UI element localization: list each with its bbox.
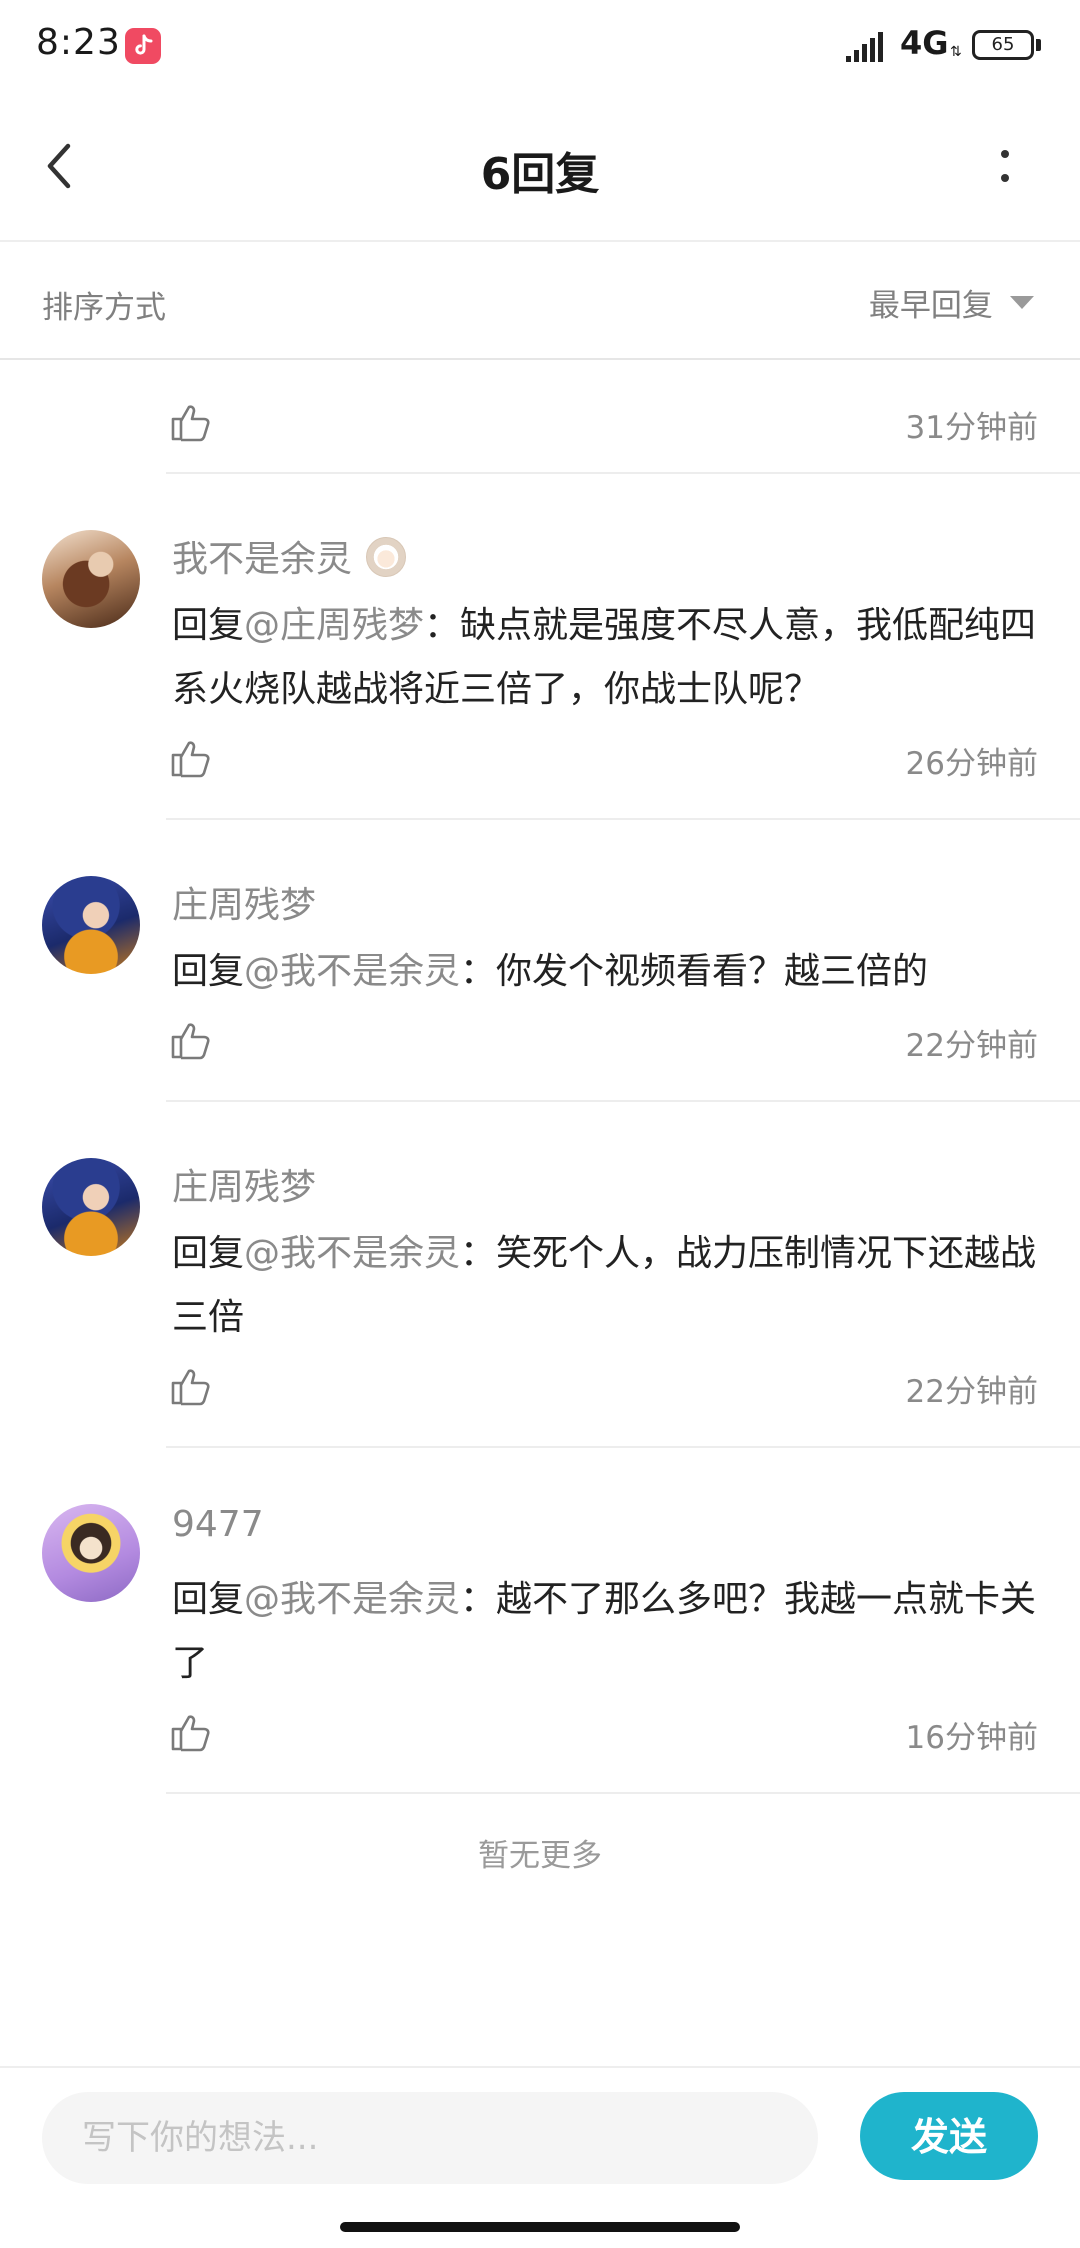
reply-meta: 31分钟前 bbox=[171, 392, 1044, 452]
network-type: 4G bbox=[900, 24, 949, 62]
thumbs-up-icon[interactable] bbox=[168, 736, 212, 780]
reply-text: 回复@我不是余灵：越不了那么多吧？我越一点就卡关了 bbox=[172, 1568, 1044, 1696]
signal-icon bbox=[846, 32, 883, 62]
sort-dropdown[interactable]: 最早回复 bbox=[869, 280, 1034, 324]
mention-link[interactable]: @庄周残梦 bbox=[244, 605, 424, 646]
reply-meta: 26分钟前 bbox=[171, 728, 1044, 788]
mention-link[interactable]: @我不是余灵 bbox=[244, 1579, 460, 1620]
reply-text: 回复@庄周残梦：缺点就是强度不尽人意，我低配纯四系火烧队越战将近三倍了，你战士队… bbox=[172, 594, 1044, 722]
mention-link[interactable]: @我不是余灵 bbox=[244, 1233, 460, 1274]
sort-label: 排序方式 bbox=[42, 290, 166, 326]
avatar[interactable] bbox=[42, 1158, 140, 1256]
reply-prefix: 回复 bbox=[172, 605, 245, 646]
reply-meta: 22分钟前 bbox=[171, 1010, 1044, 1070]
reply-time: 26分钟前 bbox=[905, 746, 1038, 782]
reply-prefix: 回复 bbox=[172, 951, 245, 992]
reply-prefix: 回复 bbox=[172, 1233, 245, 1274]
tiktok-icon bbox=[125, 28, 161, 64]
page-title: 6回复 bbox=[480, 149, 600, 200]
thumbs-up-icon[interactable] bbox=[168, 400, 212, 444]
list-item: 我不是余灵 回复@庄周残梦：缺点就是强度不尽人意，我低配纯四系火烧队越战将近三倍… bbox=[0, 474, 1080, 820]
avatar[interactable] bbox=[42, 876, 140, 974]
user-name[interactable]: 我不是余灵 bbox=[172, 530, 407, 582]
reply-text: 回复@我不是余灵：你发个视频看看？越三倍的 bbox=[172, 940, 1044, 1004]
more-vertical-icon[interactable] bbox=[990, 144, 1020, 188]
avatar[interactable] bbox=[42, 530, 140, 628]
user-name[interactable]: 庄周残梦 bbox=[172, 1158, 316, 1210]
status-time: 8:23 bbox=[36, 22, 121, 63]
list-item: 庄周残梦 回复@我不是余灵：笑死个人，战力压制情况下还越战三倍 22分钟前 bbox=[0, 1102, 1080, 1448]
comment-input[interactable] bbox=[42, 2092, 818, 2184]
header: 6回复 bbox=[0, 96, 1080, 242]
reply-time: 22分钟前 bbox=[905, 1374, 1038, 1410]
badge-icon bbox=[366, 537, 407, 577]
reply-meta: 22分钟前 bbox=[171, 1356, 1044, 1416]
list-item: 31分钟前 bbox=[0, 360, 1080, 474]
reply-list: 31分钟前 我不是余灵 回复@庄周残梦：缺点就是强度不尽人意，我低配纯四系火烧队… bbox=[0, 360, 1080, 1794]
mention-link[interactable]: @我不是余灵 bbox=[244, 951, 460, 992]
sort-value: 最早回复 bbox=[868, 288, 993, 324]
composer-bar: 发送 bbox=[0, 2066, 1080, 2208]
reply-time: 31分钟前 bbox=[905, 410, 1038, 446]
thumbs-up-icon[interactable] bbox=[168, 1710, 212, 1754]
battery-level: 65 bbox=[991, 34, 1015, 55]
user-name[interactable]: 9477 bbox=[172, 1504, 264, 1545]
reply-text: 回复@我不是余灵：笑死个人，战力压制情况下还越战三倍 bbox=[172, 1222, 1044, 1350]
status-bar: 8:23 4G ⇅ 65 bbox=[0, 0, 1080, 96]
user-name[interactable]: 庄周残梦 bbox=[172, 876, 316, 928]
avatar[interactable] bbox=[42, 1504, 140, 1602]
thumbs-up-icon[interactable] bbox=[168, 1364, 212, 1408]
send-button[interactable]: 发送 bbox=[860, 2092, 1038, 2180]
list-item: 9477 回复@我不是余灵：越不了那么多吧？我越一点就卡关了 16分钟前 bbox=[0, 1448, 1080, 1794]
no-more-label: 暂无更多 bbox=[478, 1838, 602, 1874]
thumbs-up-icon[interactable] bbox=[168, 1018, 212, 1062]
reply-time: 16分钟前 bbox=[905, 1720, 1038, 1756]
reply-meta: 16分钟前 bbox=[171, 1702, 1044, 1762]
sort-bar: 排序方式 最早回复 bbox=[0, 242, 1080, 360]
divider bbox=[166, 1792, 1080, 1794]
reply-time: 22分钟前 bbox=[905, 1028, 1038, 1064]
data-activity-icon: ⇅ bbox=[950, 44, 962, 60]
battery-icon: 65 bbox=[972, 30, 1034, 60]
reply-content: ：你发个视频看看？越三倍的 bbox=[460, 951, 929, 992]
home-indicator[interactable] bbox=[340, 2222, 740, 2232]
battery-cap bbox=[1036, 39, 1041, 51]
reply-prefix: 回复 bbox=[172, 1579, 245, 1620]
user-name-text: 我不是余灵 bbox=[172, 539, 353, 580]
list-item: 庄周残梦 回复@我不是余灵：你发个视频看看？越三倍的 22分钟前 bbox=[0, 820, 1080, 1102]
caret-down-icon bbox=[1010, 296, 1034, 309]
